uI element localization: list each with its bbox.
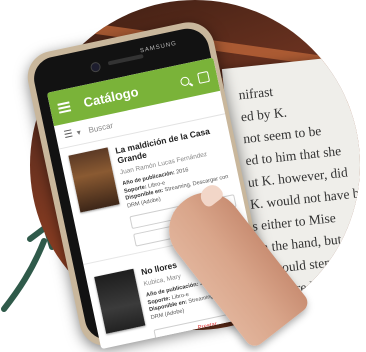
filter-icon[interactable]: ☰ <box>63 128 74 141</box>
book-text-line: not seem to be <box>242 123 322 147</box>
book-cover[interactable] <box>94 268 146 334</box>
book-text-line: s either to Mise <box>251 210 337 234</box>
speaker <box>107 54 144 66</box>
chevron-down-icon[interactable]: ▾ <box>76 128 82 138</box>
layers-icon[interactable] <box>196 70 210 84</box>
search-icon[interactable] <box>179 75 191 87</box>
camera-icon <box>89 61 102 74</box>
meta-value: 2016 <box>175 167 190 176</box>
menu-icon[interactable] <box>57 100 72 114</box>
search-input[interactable]: Buscar <box>88 121 114 135</box>
phone-brand: SAMSUNG <box>139 40 178 55</box>
book-text-line: nifrast <box>237 83 274 103</box>
book-text-line: ed to him that she <box>244 143 342 169</box>
book-cover[interactable] <box>68 147 120 213</box>
scene: nifrast ed by K. not seem to be ed to hi… <box>0 0 366 351</box>
book-text-line: ut K. however, did <box>247 164 349 190</box>
book-text-line: ed by K. <box>240 104 288 125</box>
